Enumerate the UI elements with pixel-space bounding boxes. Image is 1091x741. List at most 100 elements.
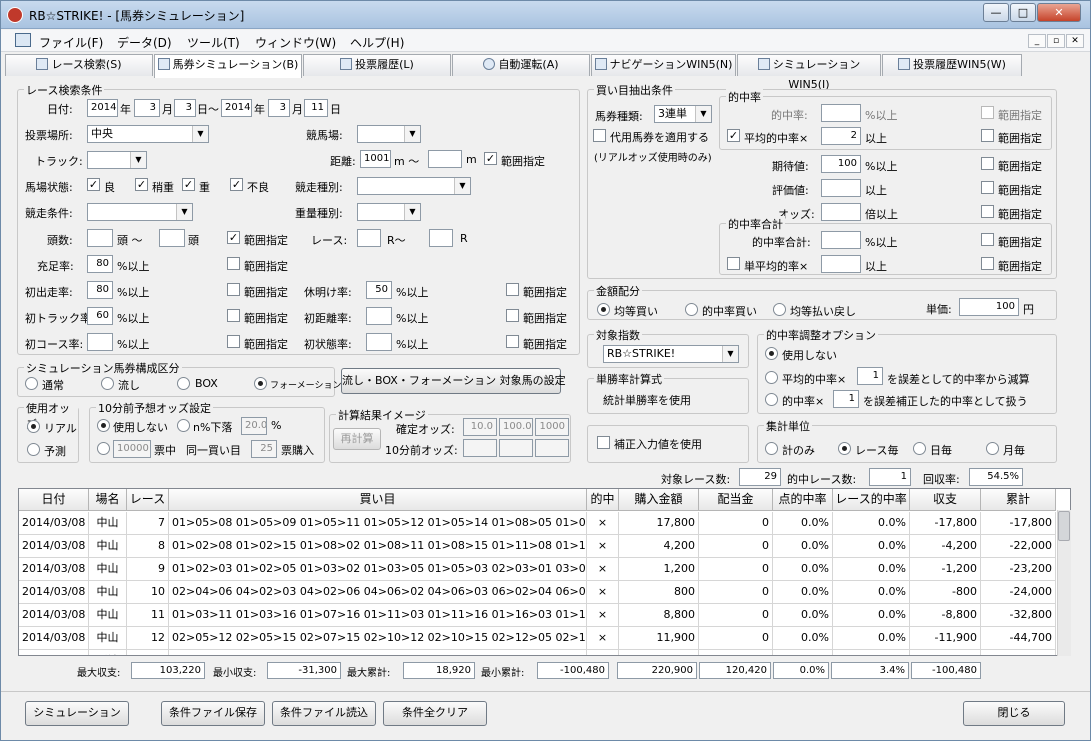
tab-race-search[interactable]: レース検索(S) <box>5 54 153 76</box>
odds-predict-radio[interactable] <box>27 443 40 456</box>
rest-return-rate-input[interactable]: 50 <box>366 281 392 299</box>
aggregate-day-radio[interactable] <box>913 442 926 455</box>
maximize-button[interactable]: □ <box>1010 3 1036 22</box>
header-balance[interactable]: 収支 <box>910 489 981 511</box>
first-track-range-checkbox[interactable] <box>227 309 240 322</box>
first-course-range-checkbox[interactable] <box>227 335 240 348</box>
mdi-close-button[interactable]: ✕ <box>1066 34 1084 48</box>
table-row[interactable]: 2014/03/08阪神304>15>07 04>15>11 04>15>17 … <box>19 650 1057 655</box>
adjust-subtract-input[interactable]: 1 <box>857 367 883 385</box>
single-avg-range-checkbox[interactable] <box>981 257 994 270</box>
cond-heavy-checkbox[interactable]: ✓ <box>182 178 195 191</box>
to-day-input[interactable]: 11 <box>304 99 328 117</box>
single-avg-checkbox[interactable] <box>727 257 740 270</box>
first-distance-range-checkbox[interactable] <box>506 309 519 322</box>
race-from-input[interactable] <box>357 229 381 247</box>
race-kind-select[interactable] <box>357 177 471 195</box>
bet-type-select[interactable]: 3連単 <box>654 105 712 123</box>
odds-filter-range-checkbox[interactable] <box>981 205 994 218</box>
header-venue[interactable]: 場名 <box>89 489 127 511</box>
from-month-input[interactable]: 3 <box>134 99 160 117</box>
money-equal-return-radio[interactable] <box>773 303 786 316</box>
target-horse-settings-button[interactable]: 流し・BOX・フォーメーション 対象馬の設定 <box>341 368 566 394</box>
tab-simulation[interactable]: 馬券シミュレーション(B) <box>154 54 302 78</box>
heads-to-input[interactable] <box>159 229 185 247</box>
evaluation-range-checkbox[interactable] <box>981 181 994 194</box>
from-day-input[interactable]: 3 <box>174 99 196 117</box>
avg-hit-input[interactable]: 2 <box>821 127 861 145</box>
ten-count-input[interactable]: 25 <box>251 440 277 458</box>
ten-none-radio[interactable] <box>97 419 110 432</box>
fill-rate-input[interactable]: 80 <box>87 255 113 273</box>
ten-drop-radio[interactable] <box>177 419 190 432</box>
unit-price-input[interactable]: 100 <box>959 298 1019 316</box>
close-window-button[interactable]: ✕ <box>1037 3 1081 22</box>
adjust-correct-radio[interactable] <box>765 393 778 406</box>
load-conditions-button[interactable]: 条件ファイル読込 <box>272 701 376 726</box>
target-index-select[interactable]: RB☆STRIKE! <box>603 345 739 363</box>
minimize-button[interactable]: — <box>983 3 1009 22</box>
table-row[interactable]: 2014/03/08 中山 7 01>05>08 01>05>09 01>05>11 … <box>19 512 1057 535</box>
table-row[interactable]: 2014/03/08 中山 9 01>02>03 01>02>05 01>03>02 … <box>19 558 1057 581</box>
fill-rate-range-checkbox[interactable] <box>227 257 240 270</box>
from-year-input[interactable]: 2014 <box>87 99 118 117</box>
avg-hit-checkbox[interactable]: ✓ <box>727 129 740 142</box>
tab-simulation-win5[interactable]: シミュレーションWIN5(I) <box>737 54 881 91</box>
venue-select[interactable]: 中央 <box>87 125 209 143</box>
compose-nagashi-radio[interactable] <box>101 377 114 390</box>
evaluation-input[interactable] <box>821 179 861 197</box>
ten-vote-radio[interactable] <box>97 442 110 455</box>
table-row[interactable]: 2014/03/08 中山 8 01>02>08 01>02>15 01>08>02 … <box>19 535 1057 558</box>
table-row[interactable]: 2014/03/08 中山 10 02>04>06 04>02>03 04>02>06… <box>19 581 1057 604</box>
first-course-rate-input[interactable] <box>87 333 113 351</box>
simulate-button[interactable]: シミュレーション <box>25 701 129 726</box>
single-avg-input[interactable] <box>821 255 861 273</box>
expected-value-range-checkbox[interactable] <box>981 157 994 170</box>
odds-real-radio[interactable] <box>27 420 40 433</box>
recalculate-button[interactable]: 再計算 <box>333 428 381 450</box>
distance-range-checkbox[interactable]: ✓ <box>484 152 497 165</box>
close-button[interactable]: 閉じる <box>963 701 1065 726</box>
expected-value-input[interactable]: 100 <box>821 155 861 173</box>
header-cumulative[interactable]: 累計 <box>981 489 1056 511</box>
tab-vote-history-win5[interactable]: 投票履歴WIN5(W) <box>882 54 1022 76</box>
first-state-range-checkbox[interactable] <box>506 335 519 348</box>
hit-sum-range-checkbox[interactable] <box>981 233 994 246</box>
table-row[interactable]: 2014/03/08 中山 12 02>05>12 02>05>15 02>07>15… <box>19 627 1057 650</box>
menu-file[interactable]: ファイル(F) <box>39 34 103 51</box>
header-purchase[interactable]: 購入金額 <box>619 489 699 511</box>
header-date[interactable]: 日付 <box>19 489 89 511</box>
menu-window[interactable]: ウィンドウ(W) <box>255 34 336 51</box>
odds-filter-input[interactable] <box>821 203 861 221</box>
header-point-hit[interactable]: 点的中率 <box>773 489 833 511</box>
aggregate-month-radio[interactable] <box>986 442 999 455</box>
money-equal-radio[interactable] <box>597 303 610 316</box>
compose-box-radio[interactable] <box>177 377 190 390</box>
race-condition-select[interactable] <box>87 203 193 221</box>
save-conditions-button[interactable]: 条件ファイル保存 <box>161 701 265 726</box>
compose-formation-radio[interactable] <box>254 377 267 390</box>
clear-conditions-button[interactable]: 条件全クリア <box>383 701 487 726</box>
compose-normal-radio[interactable] <box>25 377 38 390</box>
aggregate-total-radio[interactable] <box>765 442 778 455</box>
cond-slightly-heavy-checkbox[interactable]: ✓ <box>135 178 148 191</box>
menu-tools[interactable]: ツール(T) <box>187 34 240 51</box>
distance-to-input[interactable] <box>428 150 462 168</box>
ten-drop-pct-input[interactable]: 20.0 <box>241 417 267 435</box>
distance-from-input[interactable]: 1001 <box>360 150 391 168</box>
header-combination[interactable]: 買い目 <box>169 489 587 511</box>
to-year-input[interactable]: 2014 <box>221 99 252 117</box>
weight-type-select[interactable] <box>357 203 421 221</box>
heads-range-checkbox[interactable]: ✓ <box>227 231 240 244</box>
money-hit-rate-radio[interactable] <box>685 303 698 316</box>
correction-checkbox[interactable] <box>597 436 610 449</box>
menu-help[interactable]: ヘルプ(H) <box>350 34 404 51</box>
first-run-range-checkbox[interactable] <box>227 283 240 296</box>
cond-good-checkbox[interactable]: ✓ <box>87 178 100 191</box>
table-row[interactable]: 2014/03/08 中山 11 01>03>11 01>03>16 01>07>16… <box>19 604 1057 627</box>
hit-rate-input[interactable] <box>821 104 861 122</box>
rest-return-range-checkbox[interactable] <box>506 283 519 296</box>
mdi-minimize-button[interactable]: _ <box>1028 34 1046 48</box>
tab-navigation-win5[interactable]: ナビゲーションWIN5(N) <box>591 54 736 76</box>
ten-vote-amount-input[interactable]: 10000 <box>113 440 151 458</box>
